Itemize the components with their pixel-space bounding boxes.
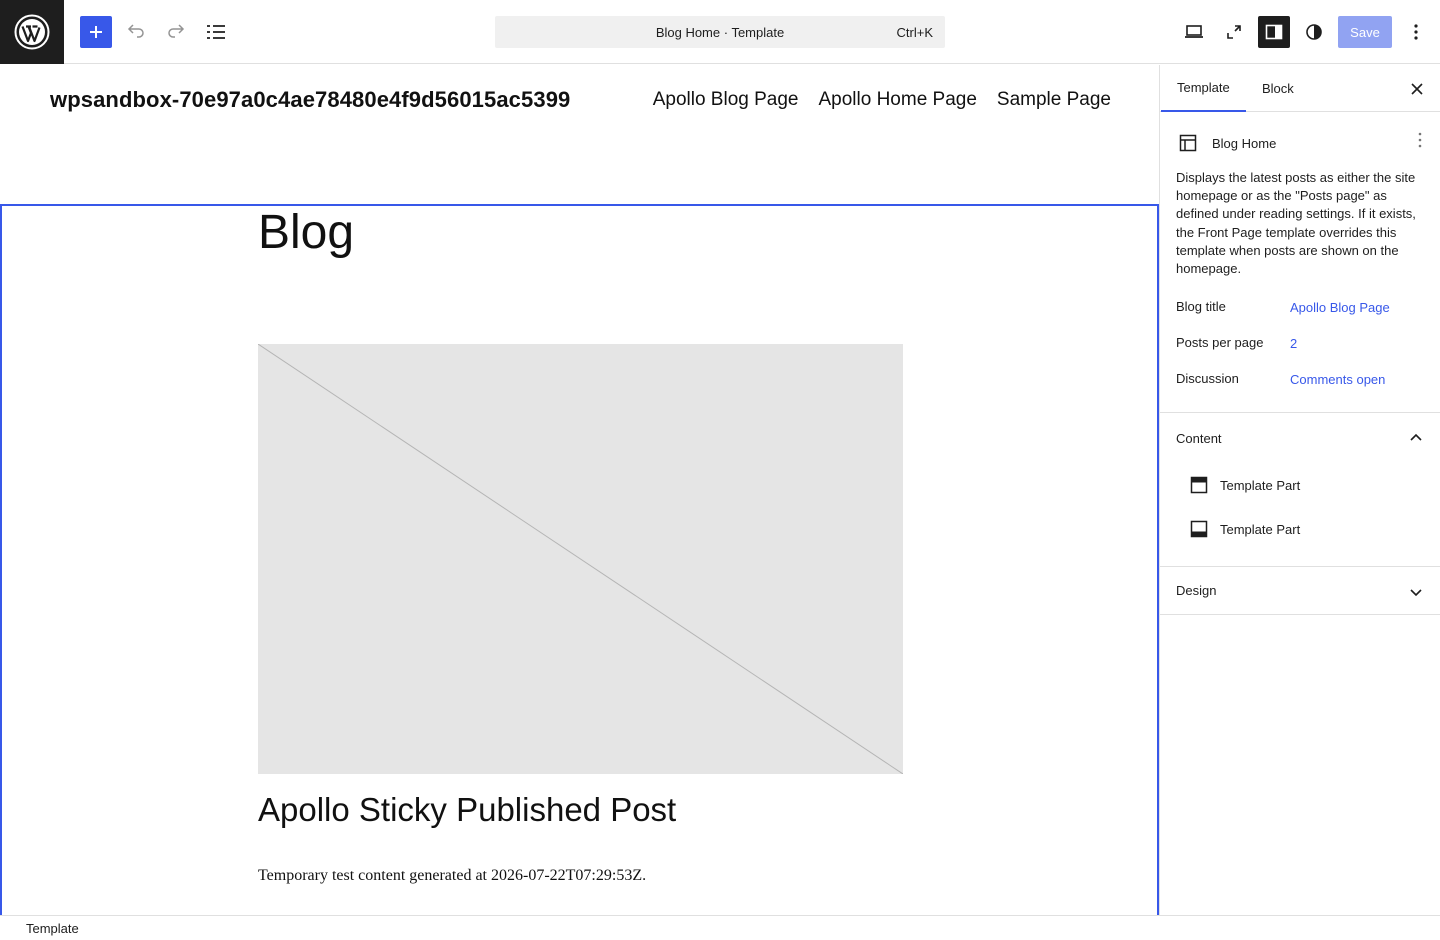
site-title[interactable]: wpsandbox-70e97a0c4ae78480e4f9d56015ac53… [50, 87, 570, 113]
chevron-up-icon [1410, 433, 1422, 441]
desktop-icon [1185, 25, 1203, 38]
header-template-part-icon [1190, 476, 1208, 494]
device-preview-button[interactable] [1178, 16, 1210, 48]
field-label: Discussion [1176, 371, 1239, 386]
posts-per-page-link[interactable]: 2 [1290, 336, 1297, 351]
options-button[interactable] [1400, 16, 1432, 48]
field-label: Blog title [1176, 299, 1226, 314]
template-description: Displays the latest posts as either the … [1176, 170, 1416, 277]
list-view-icon [207, 25, 225, 39]
save-button[interactable]: Save [1338, 16, 1392, 48]
template-actions-button[interactable] [1416, 131, 1424, 154]
command-palette-button[interactable]: Blog Home · Template Ctrl+K [495, 16, 945, 48]
more-vertical-icon [1414, 24, 1418, 40]
layout-icon [1179, 134, 1197, 152]
editor-header: Blog Home · Template Ctrl+K Save [0, 0, 1440, 64]
keyboard-shortcut: Ctrl+K [896, 25, 933, 40]
close-sidebar-button[interactable] [1406, 78, 1428, 100]
chevron-down-icon [1410, 589, 1422, 597]
contrast-icon [1306, 24, 1322, 40]
tab-block[interactable]: Block [1246, 65, 1310, 112]
plus-icon [90, 26, 102, 38]
tab-template[interactable]: Template [1161, 65, 1246, 112]
blog-heading[interactable]: Blog [258, 205, 354, 260]
content-item-header-part[interactable]: Template Part [1190, 476, 1300, 494]
add-block-button[interactable] [80, 16, 112, 48]
content-item-label: Template Part [1220, 477, 1301, 493]
template-name: Blog Home [1212, 135, 1277, 151]
command-bar-title: Blog Home · Template [655, 24, 785, 40]
content-panel-toggle[interactable]: Content [1176, 431, 1222, 446]
nav-item-apollo-home-page[interactable]: Apollo Home Page [818, 89, 976, 111]
nav-item-apollo-blog-page[interactable]: Apollo Blog Page [653, 89, 799, 111]
content-item-footer-part[interactable]: Template Part [1190, 520, 1300, 538]
redo-icon [168, 24, 185, 38]
settings-sidebar: Template Block Blog Home Displays the la… [1159, 65, 1440, 915]
editor-canvas[interactable]: wpsandbox-70e97a0c4ae78480e4f9d56015ac53… [0, 65, 1159, 915]
field-label: Posts per page [1176, 335, 1264, 350]
block-breadcrumb-bar: Template [0, 915, 1440, 940]
template-card-header: Blog Home [1176, 131, 1276, 155]
fullscreen-icon [1227, 25, 1241, 39]
styles-button[interactable] [1298, 16, 1330, 48]
content-panel-chevron[interactable] [1408, 430, 1424, 451]
blog-title-link[interactable]: Apollo Blog Page [1290, 300, 1390, 315]
undo-button[interactable] [120, 16, 152, 48]
footer-template-part-icon [1190, 520, 1208, 538]
content-panel: Content Template Part Template Part [1160, 414, 1440, 567]
wordpress-logo-button[interactable] [0, 0, 64, 64]
template-card: Blog Home Displays the latest posts as e… [1160, 113, 1440, 413]
wordpress-logo-icon [14, 14, 50, 50]
post-title[interactable]: Apollo Sticky Published Post [258, 791, 676, 829]
design-panel: Design [1160, 567, 1440, 615]
post-excerpt[interactable]: Temporary test content generated at 2026… [258, 867, 646, 885]
settings-toggle-button[interactable] [1258, 16, 1290, 48]
close-icon [1411, 83, 1423, 95]
undo-icon [127, 24, 144, 38]
redo-button[interactable] [160, 16, 192, 48]
document-overview-button[interactable] [200, 16, 232, 48]
more-vertical-icon [1418, 132, 1422, 148]
sidebar-tabs: Template Block [1160, 65, 1440, 112]
design-panel-chevron[interactable] [1408, 584, 1424, 605]
fullscreen-button[interactable] [1218, 16, 1250, 48]
discussion-link[interactable]: Comments open [1290, 372, 1385, 387]
content-item-label: Template Part [1220, 521, 1301, 537]
image-placeholder-diagonal [258, 344, 903, 774]
featured-image-placeholder[interactable] [258, 344, 903, 774]
breadcrumb-template[interactable]: Template [26, 921, 79, 936]
design-panel-toggle[interactable]: Design [1176, 583, 1216, 598]
sidebar-toggle-icon [1265, 24, 1283, 40]
nav-item-sample-page[interactable]: Sample Page [997, 89, 1111, 111]
navigation[interactable]: Apollo Blog Page Apollo Home Page Sample… [653, 89, 1111, 111]
